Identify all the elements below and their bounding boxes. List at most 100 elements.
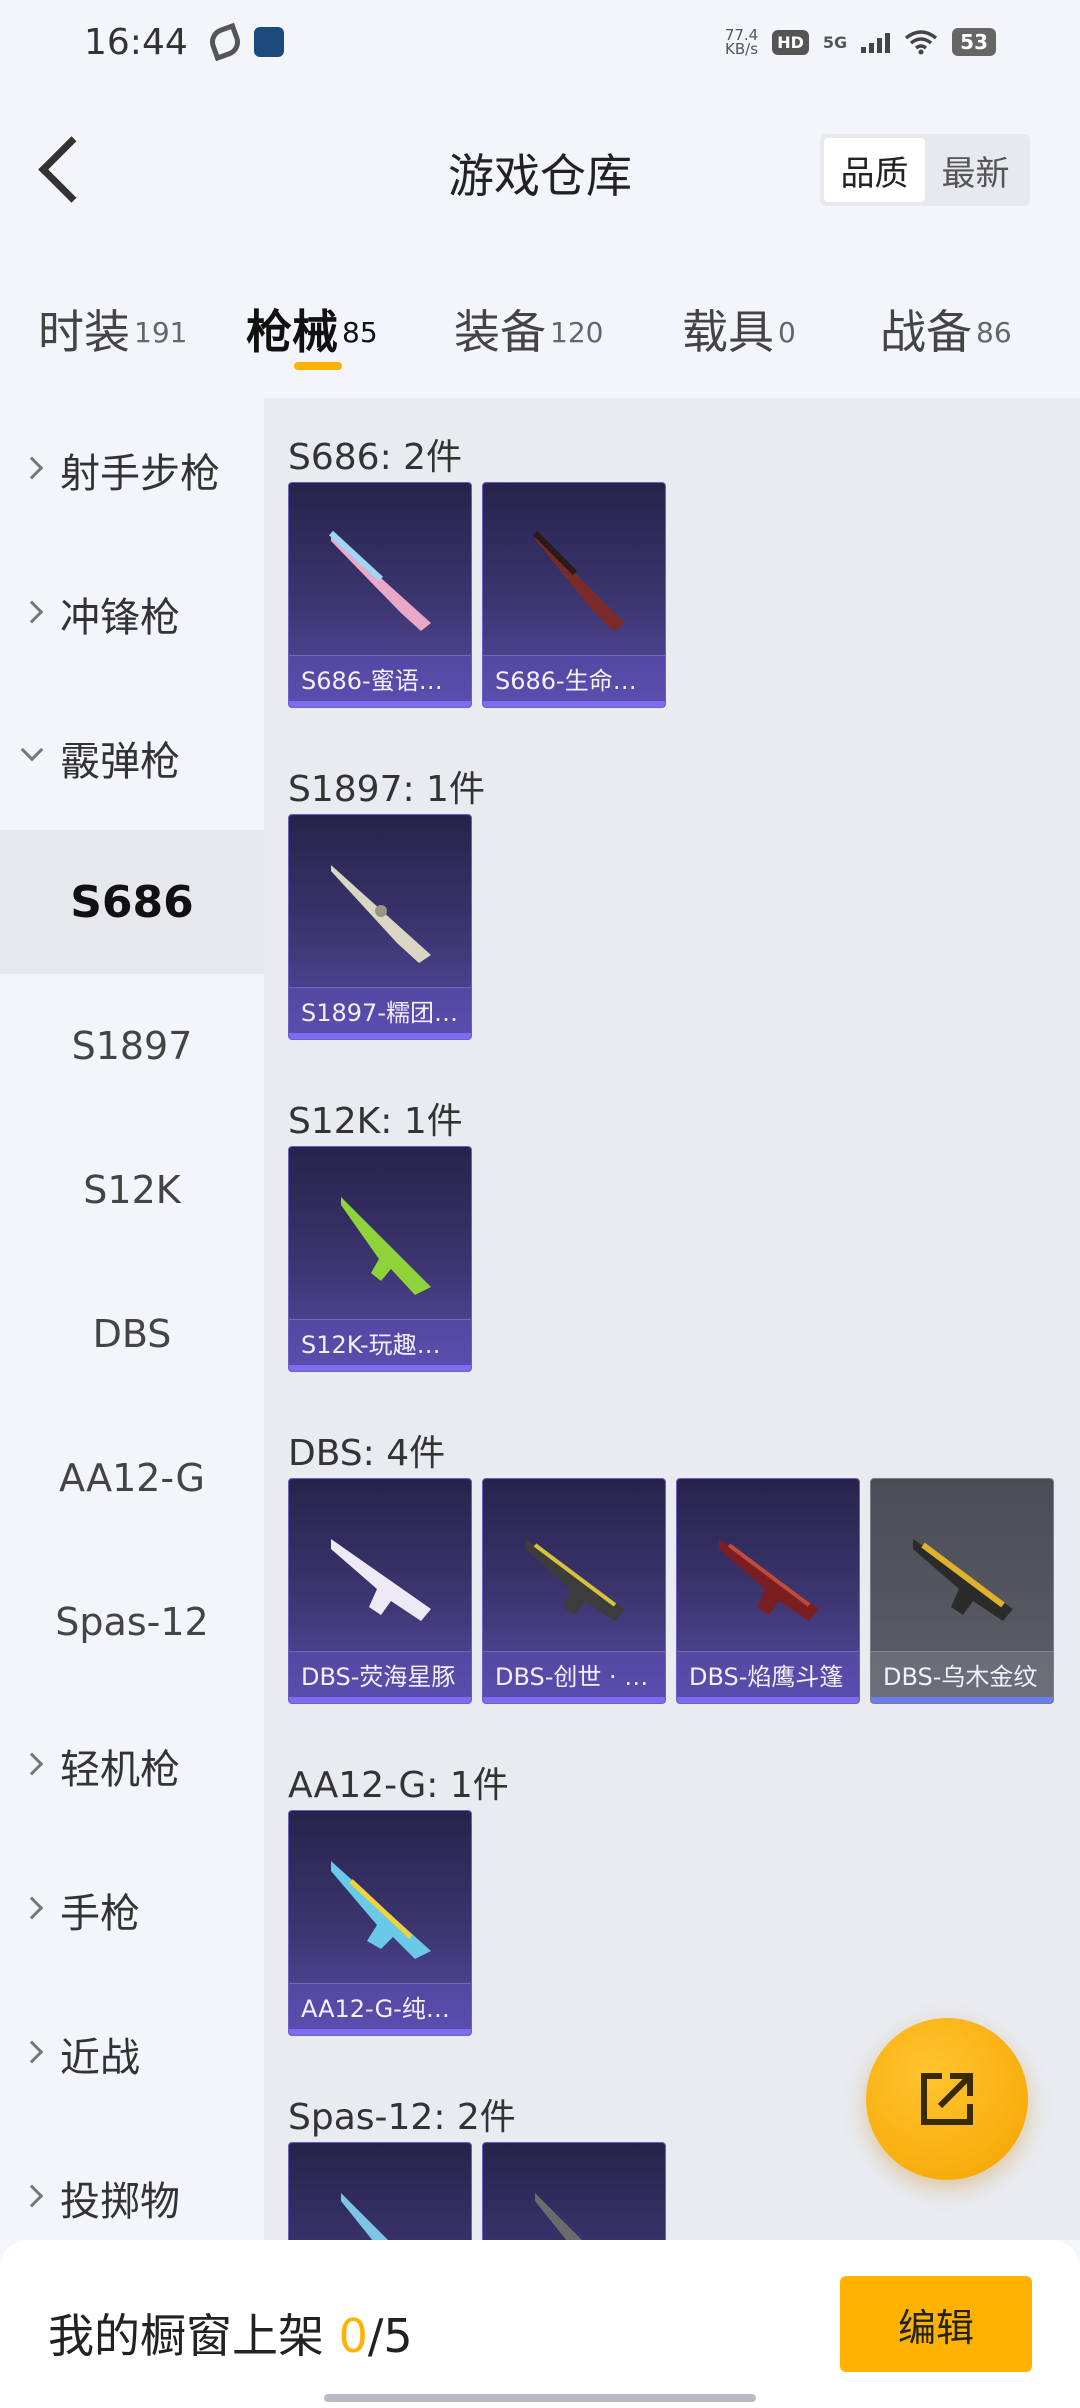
skin-grid: AA12-G-纯… — [288, 1810, 1080, 2036]
app-notification-icon — [253, 27, 284, 57]
sidebar-item-label: 近战 — [60, 2035, 140, 2081]
status-indicators: 77.4 KB/s HD 5G 53 — [725, 28, 996, 58]
rarity-bar — [289, 1697, 471, 1703]
skin-name: DBS-乌木金纹 — [871, 1651, 1053, 1697]
skin-name: S12K-玩趣… — [289, 1319, 471, 1365]
tab-vehicles[interactable]: 载具 0 — [682, 256, 880, 398]
rarity-bar — [483, 1697, 665, 1703]
sidebar-item-label: 轻机枪 — [60, 1747, 180, 1793]
skin-card[interactable] — [288, 2142, 472, 2240]
page-header: 游戏仓库 品质 最新 — [0, 84, 1080, 256]
sidebar-item-pistol[interactable]: 手枪 — [0, 1838, 264, 1982]
sidebar-item-label: 霰弹枪 — [60, 739, 180, 785]
sidebar-item-label: 冲锋枪 — [60, 595, 180, 641]
share-external-icon — [921, 2073, 973, 2125]
wifi-icon — [905, 30, 938, 55]
rarity-bar — [483, 701, 665, 707]
group-header-s1897: S1897: 1件 — [288, 769, 485, 810]
sidebar-item-shotgun[interactable]: 霰弹枪 — [0, 686, 264, 830]
share-button[interactable] — [866, 2018, 1028, 2180]
skin-card[interactable]: S1897-糯团… — [288, 814, 472, 1040]
rarity-bar — [289, 1365, 471, 1371]
skin-grid: S686-蜜语… S686-生命… — [288, 482, 1080, 708]
shotgun-skin-image — [341, 2193, 388, 2240]
status-time: 16:44 — [84, 21, 188, 63]
rarity-bar — [677, 1697, 859, 1703]
skin-card[interactable]: AA12-G-纯… — [288, 1810, 472, 2036]
sidebar-subitem-s1897[interactable]: S1897 — [0, 974, 264, 1118]
leaf-app-icon — [205, 22, 244, 62]
shotgun-skin-image — [535, 2193, 582, 2240]
sidebar-item-label: 射手步枪 — [60, 451, 220, 497]
sidebar-item-label: 手枪 — [60, 1891, 140, 1937]
skin-card[interactable]: DBS-荧海星豚 — [288, 1478, 472, 1704]
sidebar-subitem-s12k[interactable]: S12K — [0, 1118, 264, 1262]
rarity-bar — [289, 701, 471, 707]
sidebar-subitem-aa12g[interactable]: AA12-G — [0, 1406, 264, 1550]
chevron-right-icon — [20, 1896, 44, 1920]
rarity-bar — [871, 1697, 1053, 1703]
sidebar-subitem-s686[interactable]: S686 — [0, 830, 264, 974]
shotgun-skin-image — [532, 530, 625, 631]
skin-card[interactable]: DBS-乌木金纹 — [870, 1478, 1054, 1704]
chevron-right-icon — [20, 2184, 44, 2208]
shotgun-skin-image — [331, 1861, 431, 1959]
skin-name: DBS-焰鹰斗篷 — [677, 1651, 859, 1697]
tab-count: 86 — [976, 315, 1012, 349]
showcase-count-current: 0 — [338, 2309, 368, 2363]
showcase-label: 我的橱窗上架 — [48, 2309, 324, 2363]
shotgun-skin-image — [525, 1539, 625, 1621]
sidebar-subitem-spas12[interactable]: Spas-12 — [0, 1550, 264, 1694]
tab-count: 0 — [778, 315, 796, 349]
battery-indicator: 53 — [952, 28, 996, 56]
sort-newest-button[interactable]: 最新 — [925, 138, 1026, 202]
sidebar-item-label: 投掷物 — [60, 2179, 180, 2225]
tab-label: 战备 — [880, 305, 972, 359]
shotgun-skin-image — [331, 1539, 431, 1621]
sidebar-subitem-dbs[interactable]: DBS — [0, 1262, 264, 1406]
edit-button[interactable]: 编辑 — [840, 2276, 1032, 2372]
skin-card[interactable]: S12K-玩趣… — [288, 1146, 472, 1372]
sidebar-item-smg[interactable]: 冲锋枪 — [0, 542, 264, 686]
tab-label: 枪械 — [246, 305, 338, 359]
category-tabs: 时装 191 枪械 85 装备 120 载具 0 战备 86 — [0, 256, 1080, 398]
status-bar: 16:44 77.4 KB/s HD 5G 53 — [0, 0, 1080, 84]
showcase-bottom-bar: 我的橱窗上架 0/5 编辑 — [0, 2240, 1080, 2408]
tab-fashion[interactable]: 时装 191 — [38, 256, 246, 398]
shotgun-skin-image — [913, 1539, 1013, 1621]
skin-name: S686-蜜语… — [289, 655, 471, 701]
skin-card[interactable]: S686-生命… — [482, 482, 666, 708]
net-speed-unit: KB/s — [725, 40, 759, 58]
tab-label: 载具 — [682, 305, 774, 359]
chevron-right-icon — [20, 600, 44, 624]
skin-name: DBS-荧海星豚 — [289, 1651, 471, 1697]
sidebar-item-lmg[interactable]: 轻机枪 — [0, 1694, 264, 1838]
weapon-category-sidebar: 射手步枪 冲锋枪 霰弹枪 S686 S1897 S12K DBS AA12-G … — [0, 398, 264, 2240]
skin-name: S1897-糯团… — [289, 987, 471, 1033]
tab-combat-supplies[interactable]: 战备 86 — [880, 256, 1050, 398]
sort-quality-button[interactable]: 品质 — [824, 138, 925, 202]
skin-card[interactable]: S686-蜜语… — [288, 482, 472, 708]
group-header-s686: S686: 2件 — [288, 437, 463, 478]
skin-name: DBS-创世 · … — [483, 1651, 665, 1697]
net-speed: 77.4 KB/s — [725, 28, 759, 58]
home-indicator[interactable] — [324, 2394, 756, 2402]
active-tab-indicator — [294, 362, 342, 370]
tab-firearms[interactable]: 枪械 85 — [246, 256, 454, 398]
tab-count: 85 — [342, 315, 378, 349]
tab-count: 120 — [550, 315, 604, 349]
shotgun-skin-image — [331, 865, 431, 963]
sidebar-item-melee[interactable]: 近战 — [0, 1982, 264, 2126]
showcase-status: 我的橱窗上架 0/5 — [48, 2300, 413, 2366]
skin-card[interactable]: DBS-焰鹰斗篷 — [676, 1478, 860, 1704]
chevron-right-icon — [20, 2040, 44, 2064]
sidebar-item-marksman-rifle[interactable]: 射手步枪 — [0, 398, 264, 542]
chevron-right-icon — [20, 1752, 44, 1776]
network-type: 5G — [822, 32, 848, 52]
tab-equipment[interactable]: 装备 120 — [454, 256, 682, 398]
rarity-bar — [289, 2029, 471, 2035]
skin-card[interactable]: DBS-创世 · … — [482, 1478, 666, 1704]
skin-card[interactable] — [482, 2142, 666, 2240]
rarity-bar — [289, 1033, 471, 1039]
weapon-skin-list: S686: 2件 S686-蜜语… S686-生命… S1897: 1件 S18… — [264, 398, 1080, 2240]
